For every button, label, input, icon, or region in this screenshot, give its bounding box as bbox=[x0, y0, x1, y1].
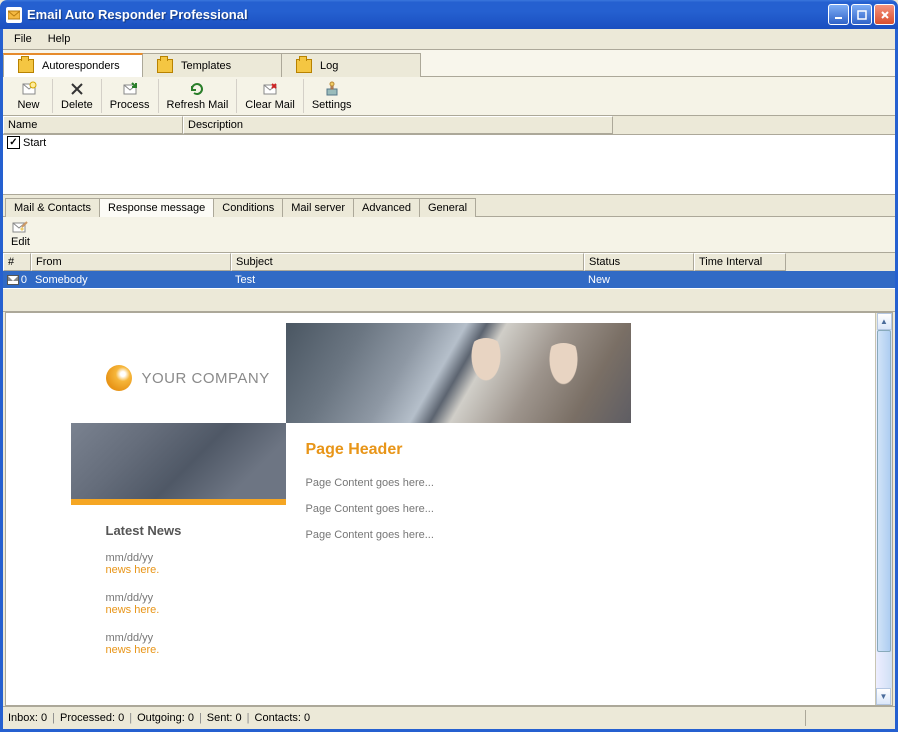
edit-toolbar: Edit bbox=[3, 217, 895, 253]
btn-label: Edit bbox=[11, 236, 30, 248]
col-description[interactable]: Description bbox=[183, 116, 613, 134]
subtab-advanced[interactable]: Advanced bbox=[353, 198, 420, 217]
col-subject[interactable]: Subject bbox=[231, 253, 584, 271]
edit-icon bbox=[12, 221, 28, 235]
message-list[interactable]: 0 Somebody Test New bbox=[3, 271, 895, 288]
edit-button[interactable]: Edit bbox=[5, 219, 36, 250]
row-name: Start bbox=[23, 137, 46, 149]
delete-icon bbox=[69, 81, 85, 97]
btn-label: Clear Mail bbox=[245, 99, 295, 111]
clear-icon bbox=[262, 81, 278, 97]
window-title: Email Auto Responder Professional bbox=[27, 7, 828, 22]
preview-content: YOUR COMPANY Latest News mm/dd/yynews he… bbox=[6, 313, 875, 705]
content-line: Page Content goes here... bbox=[306, 477, 434, 489]
process-icon bbox=[122, 81, 138, 97]
status-bar: Inbox: 0| Processed: 0| Outgoing: 0| Sen… bbox=[3, 706, 895, 729]
news-item: mm/dd/yynews here. bbox=[106, 592, 276, 616]
news-item: mm/dd/yynews here. bbox=[106, 552, 276, 576]
maximize-button[interactable] bbox=[851, 4, 872, 25]
news-link[interactable]: news here. bbox=[106, 564, 276, 576]
btn-label: Delete bbox=[61, 99, 93, 111]
news-link[interactable]: news here. bbox=[106, 604, 276, 616]
close-button[interactable] bbox=[874, 4, 895, 25]
hero-image bbox=[286, 323, 631, 423]
delete-button[interactable]: Delete bbox=[53, 79, 102, 113]
tab-autoresponders[interactable]: Autoresponders bbox=[3, 53, 143, 77]
content-line: Page Content goes here... bbox=[306, 503, 434, 515]
scroll-down-button[interactable]: ▼ bbox=[876, 688, 891, 705]
btn-label: New bbox=[17, 99, 39, 111]
btn-label: Refresh Mail bbox=[167, 99, 229, 111]
folder-icon bbox=[18, 59, 34, 73]
status-contacts: Contacts: 0 bbox=[255, 712, 311, 724]
subtab-response-message[interactable]: Response message bbox=[99, 198, 214, 217]
logo-icon bbox=[106, 365, 132, 391]
scroll-thumb[interactable] bbox=[877, 330, 891, 652]
folder-icon bbox=[157, 59, 173, 73]
news-heading: Latest News bbox=[106, 523, 276, 538]
news-banner-image bbox=[71, 423, 286, 505]
list-item[interactable]: ✓ Start bbox=[3, 135, 895, 150]
status-sent: Sent: 0 bbox=[207, 712, 242, 724]
subtab-conditions[interactable]: Conditions bbox=[213, 198, 283, 217]
new-icon bbox=[21, 81, 37, 97]
menu-bar: File Help bbox=[3, 29, 895, 50]
minimize-button[interactable] bbox=[828, 4, 849, 25]
toolbar: New Delete Process Refresh Mail Clear Ma… bbox=[3, 77, 895, 116]
sub-tabs: Mail & Contacts Response message Conditi… bbox=[3, 195, 895, 216]
news-item: mm/dd/yynews here. bbox=[106, 632, 276, 656]
process-button[interactable]: Process bbox=[102, 79, 159, 113]
tab-label: Templates bbox=[181, 60, 231, 72]
col-time[interactable]: Time Interval bbox=[694, 253, 786, 271]
clear-button[interactable]: Clear Mail bbox=[237, 79, 304, 113]
menu-file[interactable]: File bbox=[7, 31, 39, 47]
msg-num: 0 bbox=[21, 274, 27, 286]
col-num[interactable]: # bbox=[3, 253, 31, 271]
title-bar: Email Auto Responder Professional bbox=[0, 0, 898, 29]
refresh-icon bbox=[189, 81, 205, 97]
col-status[interactable]: Status bbox=[584, 253, 694, 271]
subtab-mail-contacts[interactable]: Mail & Contacts bbox=[5, 198, 100, 217]
col-name[interactable]: Name bbox=[3, 116, 183, 134]
scroll-up-button[interactable]: ▲ bbox=[877, 313, 892, 330]
refresh-button[interactable]: Refresh Mail bbox=[159, 79, 238, 113]
app-icon bbox=[6, 7, 22, 23]
btn-label: Process bbox=[110, 99, 150, 111]
subtab-mail-server[interactable]: Mail server bbox=[282, 198, 354, 217]
tab-label: Log bbox=[320, 60, 338, 72]
settings-icon bbox=[324, 81, 340, 97]
status-grip bbox=[805, 710, 890, 726]
tab-log[interactable]: Log bbox=[281, 53, 421, 77]
folder-icon bbox=[296, 59, 312, 73]
autoresponder-list[interactable]: ✓ Start bbox=[3, 135, 895, 195]
autoresponder-list-header: Name Description bbox=[3, 116, 895, 135]
page-header: Page Header bbox=[306, 441, 434, 459]
tab-label: Autoresponders bbox=[42, 60, 120, 72]
vertical-scrollbar[interactable]: ▲ ▼ bbox=[875, 313, 892, 705]
msg-subject: Test bbox=[231, 273, 584, 287]
btn-label: Settings bbox=[312, 99, 352, 111]
envelope-icon bbox=[7, 275, 19, 285]
settings-button[interactable]: Settings bbox=[304, 79, 360, 113]
checkbox[interactable]: ✓ bbox=[7, 136, 20, 149]
status-inbox: Inbox: 0 bbox=[8, 712, 47, 724]
status-outgoing: Outgoing: 0 bbox=[137, 712, 194, 724]
message-row[interactable]: 0 Somebody Test New bbox=[3, 271, 895, 288]
news-link[interactable]: news here. bbox=[106, 644, 276, 656]
company-name: YOUR COMPANY bbox=[142, 370, 270, 387]
col-from[interactable]: From bbox=[31, 253, 231, 271]
tab-templates[interactable]: Templates bbox=[142, 53, 282, 77]
preview-pane: YOUR COMPANY Latest News mm/dd/yynews he… bbox=[5, 312, 893, 706]
msg-from: Somebody bbox=[31, 273, 231, 287]
main-tabs: Autoresponders Templates Log bbox=[3, 50, 895, 77]
subtab-general[interactable]: General bbox=[419, 198, 476, 217]
status-processed: Processed: 0 bbox=[60, 712, 124, 724]
message-list-header: # From Subject Status Time Interval bbox=[3, 253, 895, 271]
content-line: Page Content goes here... bbox=[306, 529, 434, 541]
msg-status: New bbox=[584, 273, 694, 287]
msg-time bbox=[694, 279, 786, 281]
splitter[interactable] bbox=[3, 288, 895, 312]
new-button[interactable]: New bbox=[5, 79, 53, 113]
menu-help[interactable]: Help bbox=[41, 31, 78, 47]
